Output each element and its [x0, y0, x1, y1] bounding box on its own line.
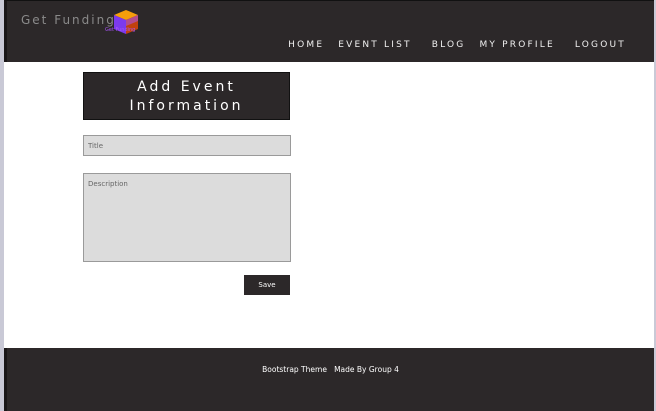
description-input[interactable]: [83, 173, 291, 262]
save-button[interactable]: Save: [244, 275, 290, 295]
form-heading-line-1: Add Event: [137, 79, 236, 95]
form-heading-line-2: Information: [129, 98, 244, 114]
browser-frame: Get Funding Get Funding HOME EVENT LIST …: [0, 0, 656, 411]
logo-caption: Get Funding: [105, 27, 136, 33]
nav-event-list[interactable]: EVENT LIST: [338, 40, 412, 50]
footer-credit: Bootstrap Theme Made By Group 4: [262, 365, 399, 374]
nav-blog[interactable]: BLOG: [432, 40, 466, 50]
form-heading: Add Event Information: [83, 72, 290, 120]
nav-logout[interactable]: LOGOUT: [575, 40, 626, 50]
site-footer: Bootstrap Theme Made By Group 4: [4, 348, 654, 411]
site-header: Get Funding Get Funding HOME EVENT LIST …: [4, 0, 654, 62]
main-nav: HOME EVENT LIST BLOG MY PROFILE LOGOUT: [288, 40, 626, 50]
nav-my-profile[interactable]: MY PROFILE: [479, 40, 554, 50]
nav-home[interactable]: HOME: [288, 40, 324, 50]
title-input[interactable]: [83, 135, 291, 156]
brand-name[interactable]: Get Funding: [21, 13, 116, 27]
